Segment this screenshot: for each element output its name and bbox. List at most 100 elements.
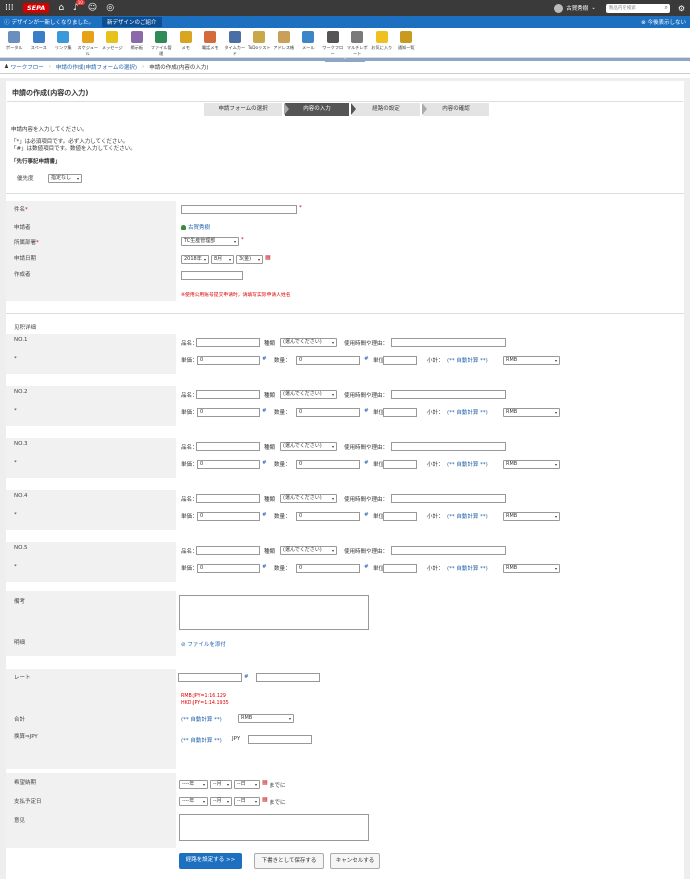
app-multireport[interactable]: マルチレポート (345, 31, 370, 57)
remarks-textarea[interactable] (179, 595, 369, 630)
unit-input[interactable] (383, 408, 417, 417)
qty-input[interactable]: 0 (296, 460, 360, 469)
reason-input[interactable] (391, 546, 506, 555)
unit-price-input[interactable]: 0 (197, 460, 260, 469)
kind-select[interactable]: (選んでください) ▾ (280, 546, 337, 555)
app-bulletin[interactable]: 掲示板 (125, 31, 150, 51)
currency-select[interactable]: RMB ▾ (503, 564, 560, 573)
currency-select[interactable]: RMB ▾ (503, 408, 560, 417)
unit-input[interactable] (383, 356, 417, 365)
payment-year-select[interactable]: ----年 ▾ (179, 797, 208, 806)
cancel-button[interactable]: キャンセルする (330, 853, 380, 869)
brand-logo[interactable]: SEPA (23, 3, 50, 13)
opinion-textarea[interactable] (179, 814, 369, 841)
app-mail[interactable]: メール (296, 31, 321, 51)
app-portal[interactable]: ポータル (2, 31, 27, 51)
rate-hkd: HKD:JPY=1:14.1935 (181, 701, 229, 706)
product-input[interactable] (196, 390, 260, 399)
unit-input[interactable] (383, 512, 417, 521)
collapse-handle-icon[interactable]: ⌃ (325, 58, 365, 62)
reason-input[interactable] (391, 338, 506, 347)
new-design-button[interactable]: 新デザインのご紹介 (102, 17, 162, 27)
jpy-input[interactable] (248, 735, 312, 744)
breadcrumb-root[interactable]: ワークフロー (11, 63, 44, 71)
app-workflow[interactable]: ワークフロー (321, 31, 346, 57)
kind-select[interactable]: (選んでください) ▾ (280, 338, 337, 347)
smile-icon[interactable]: ☺ (88, 3, 97, 13)
hide-notice-link[interactable]: ⊗ 今後表示しない (641, 18, 686, 26)
app-link[interactable]: リンク集 (51, 31, 76, 51)
department-select[interactable]: TC生産管理部 ▾ (181, 237, 239, 246)
currency-select[interactable]: RMB ▾ (503, 460, 560, 469)
unit-price-input[interactable]: 0 (197, 408, 260, 417)
app-grid-icon[interactable]: ⁞⁞⁞ (5, 3, 19, 13)
kind-label: 種類 (264, 341, 276, 347)
app-phone-memo[interactable]: 電話メモ (198, 31, 223, 51)
app-label: メモ (181, 45, 190, 50)
qty-input[interactable]: 0 (296, 512, 360, 521)
calendar-icon[interactable]: ▦ (265, 254, 271, 261)
reason-input[interactable] (391, 494, 506, 503)
author-input[interactable] (181, 271, 243, 280)
product-input[interactable] (196, 546, 260, 555)
bell-icon[interactable]: ♪ 10 (73, 0, 85, 13)
app-message[interactable]: メッセージ (100, 31, 125, 51)
app-notification[interactable]: 通知一覧 (394, 31, 419, 51)
unit-price-input[interactable]: 0 (197, 564, 260, 573)
currency-select[interactable]: RMB ▾ (503, 356, 560, 365)
app-favorite[interactable]: お気に入り (370, 31, 395, 51)
kind-select[interactable]: (選んでください) ▾ (280, 442, 337, 451)
rate-input-2[interactable] (256, 673, 320, 682)
search-input[interactable]: 製品内を検索 ⌕ (605, 3, 670, 13)
currency-select[interactable]: RMB ▾ (503, 512, 560, 521)
kind-select[interactable]: (選んでください) ▾ (280, 390, 337, 399)
reason-input[interactable] (391, 442, 506, 451)
unit-input[interactable] (383, 460, 417, 469)
app-timecard[interactable]: タイムカード (223, 31, 248, 57)
app-space[interactable]: スペース (27, 31, 52, 51)
globe-icon[interactable]: ◎ (106, 3, 114, 13)
home-icon[interactable]: ⌂ (58, 3, 64, 13)
kind-select[interactable]: (選んでください) ▾ (280, 494, 337, 503)
payment-month-select[interactable]: --月 ▾ (210, 797, 232, 806)
priority-select[interactable]: 指定なし ▾ (48, 174, 82, 183)
attach-file-link[interactable]: ⊘ ファイルを添付 (181, 640, 226, 648)
unit-price-input[interactable]: 0 (197, 512, 260, 521)
unit-input[interactable] (383, 564, 417, 573)
qty-input[interactable]: 0 (296, 564, 360, 573)
reason-input[interactable] (391, 390, 506, 399)
set-route-button[interactable]: 経路を設定する >> (179, 853, 242, 869)
app-file[interactable]: ファイル管理 (149, 31, 174, 57)
product-input[interactable] (196, 442, 260, 451)
product-input[interactable] (196, 494, 260, 503)
user-menu[interactable]: 古賀秀樹 ⌄ (554, 3, 596, 13)
desired-month-select[interactable]: --月 ▾ (210, 780, 232, 789)
item-required-mark: * (14, 356, 17, 362)
calendar-icon[interactable]: ▦ (262, 779, 268, 786)
subject-input[interactable] (181, 205, 297, 214)
qty-input[interactable]: 0 (296, 356, 360, 365)
unit-price-label: 単価： (181, 566, 198, 572)
applicant-name[interactable]: 古賀秀樹 (181, 223, 210, 231)
total-currency-select[interactable]: RMB ▾ (238, 714, 294, 723)
app-todo[interactable]: ToDoリスト (247, 31, 272, 51)
breadcrumb-mid[interactable]: 申請の作成(申請フォームの選択) (56, 63, 137, 71)
rate-input[interactable] (178, 673, 242, 682)
app-memo[interactable]: メモ (174, 31, 199, 51)
payment-day-select[interactable]: --日 ▾ (234, 797, 260, 806)
app-label: タイムカード (224, 45, 246, 56)
desired-year-select[interactable]: ----年 ▾ (179, 780, 208, 789)
app-schedule[interactable]: スケジュール (76, 31, 101, 57)
product-input[interactable] (196, 338, 260, 347)
save-draft-button[interactable]: 下書きとして保存する (254, 853, 324, 869)
apply-month-select[interactable]: 8月 ▾ (211, 255, 234, 264)
collapse-bar[interactable]: ⌃ (0, 58, 690, 62)
apply-year-select[interactable]: 2018年 ▾ (181, 255, 209, 264)
unit-price-input[interactable]: 0 (197, 356, 260, 365)
apply-day-select[interactable]: 3(金) ▾ (236, 255, 263, 264)
gear-icon[interactable]: ⚙ (678, 4, 685, 13)
desired-day-select[interactable]: --日 ▾ (234, 780, 260, 789)
calendar-icon[interactable]: ▦ (262, 796, 268, 803)
qty-input[interactable]: 0 (296, 408, 360, 417)
app-address[interactable]: アドレス帳 (272, 31, 297, 51)
